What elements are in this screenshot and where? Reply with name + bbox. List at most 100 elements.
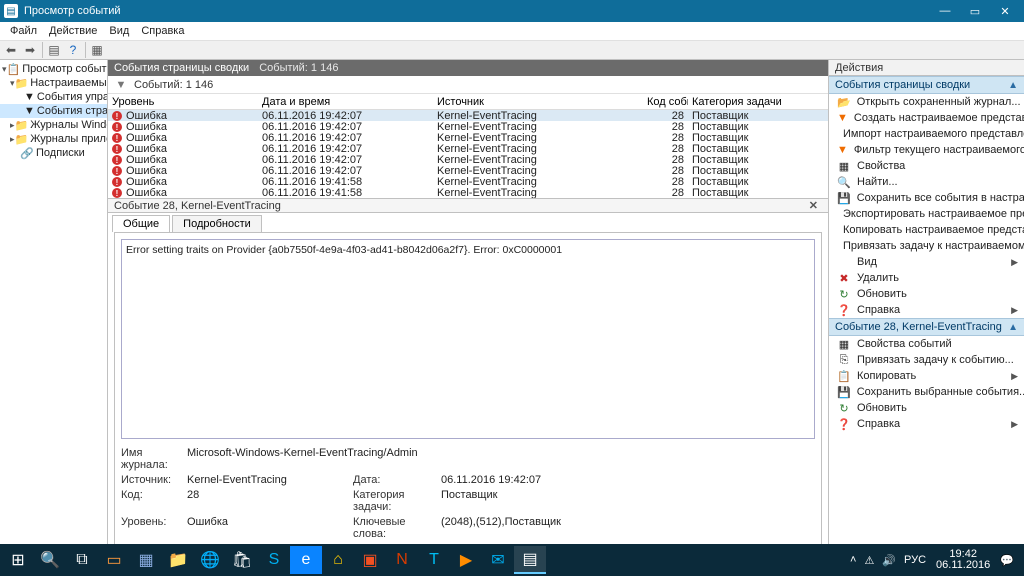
taskbar-app[interactable]: e [290, 546, 322, 574]
action-item[interactable]: ✖Удалить [829, 270, 1024, 286]
col-eventid[interactable]: Код события [643, 96, 688, 108]
tree-label: События управления [37, 91, 108, 103]
filter-bar: ▼ Событий: 1 146 [108, 76, 828, 94]
tab-details[interactable]: Подробности [172, 215, 262, 232]
table-row[interactable]: !Ошибка06.11.2016 19:42:07Kernel-EventTr… [108, 132, 828, 143]
tray-notifications-icon[interactable]: 💬 [996, 554, 1018, 567]
forward-button[interactable]: ➡ [21, 41, 39, 59]
action-item[interactable]: 📂Открыть сохраненный журнал... [829, 94, 1024, 110]
col-datetime[interactable]: Дата и время [258, 96, 433, 108]
detail-pane: Событие 28, Kernel-EventTracing ✕ Общие … [108, 198, 828, 544]
start-button[interactable]: ⊞ [2, 546, 34, 574]
tab-general[interactable]: Общие [112, 215, 170, 232]
action-item[interactable]: 🔍Найти... [829, 174, 1024, 190]
taskbar-app[interactable]: ▭ [98, 546, 130, 574]
taskbar-app[interactable]: 🌐 [194, 546, 226, 574]
action-item[interactable]: ▼Создать настраиваемое представление... [829, 110, 1024, 126]
col-category[interactable]: Категория задачи [688, 96, 828, 108]
action-item[interactable]: ▦ Свойства событий [829, 336, 1024, 352]
table-row[interactable]: !Ошибка06.11.2016 19:42:07Kernel-EventTr… [108, 154, 828, 165]
taskbar-app[interactable]: S [258, 546, 290, 574]
tree-app-logs[interactable]: ▸📁Журналы приложений и сл [0, 132, 107, 146]
action-item[interactable]: ⎘Привязать задачу к событию... [829, 352, 1024, 368]
filter-icon: ▼ [114, 79, 128, 91]
action-label: Удалить [857, 272, 899, 284]
tray-volume-icon[interactable]: 🔊 [878, 554, 900, 567]
action-label: Копировать [857, 370, 916, 382]
tree-admin-events[interactable]: ▼События управления [0, 90, 107, 104]
show-tree-button[interactable]: ▤ [45, 41, 63, 59]
toolbar-extra-button[interactable]: ▦ [88, 41, 106, 59]
actions-group-view[interactable]: События страницы сводки▲ [829, 76, 1024, 94]
minimize-button[interactable]: — [930, 0, 960, 22]
table-row[interactable]: !Ошибка06.11.2016 19:42:07Kernel-EventTr… [108, 143, 828, 154]
action-item[interactable]: ❓Справка▶ [829, 302, 1024, 318]
lbl-category: Категория задачи: [353, 489, 435, 513]
taskbar-app[interactable]: ▣ [354, 546, 386, 574]
taskbar-app[interactable]: ✉ [482, 546, 514, 574]
menu-view[interactable]: Вид [103, 25, 135, 37]
taskbar-eventviewer[interactable]: ▤ [514, 546, 546, 574]
action-item[interactable]: 💾Сохранить все события в настраиваемом п… [829, 190, 1024, 206]
tray-lang[interactable]: РУС [900, 554, 930, 566]
arrow-icon: ▶ [1011, 419, 1018, 430]
tree-summary-events[interactable]: ▼События страницы свод [0, 104, 107, 118]
tree-label: Журналы приложений и сл [30, 133, 108, 145]
tree-pane[interactable]: ▾📋Просмотр событий (Локальн ▾📁Настраивае… [0, 60, 108, 544]
action-item[interactable]: 📋Копировать▶ [829, 368, 1024, 384]
tree-custom-views[interactable]: ▾📁Настраиваемые представл [0, 76, 107, 90]
taskbar-app[interactable]: 📁 [162, 546, 194, 574]
taskbar-app[interactable]: N [386, 546, 418, 574]
error-icon: ! [112, 177, 122, 187]
col-source[interactable]: Источник [433, 96, 643, 108]
taskview-button[interactable]: ⧉ [66, 546, 98, 574]
tree-root[interactable]: ▾📋Просмотр событий (Локальн [0, 62, 107, 76]
table-row[interactable]: !Ошибка06.11.2016 19:41:58Kernel-EventTr… [108, 176, 828, 187]
search-button[interactable]: 🔍 [34, 546, 66, 574]
action-label: Свойства событий [857, 338, 952, 350]
taskbar-app[interactable]: ▦ [130, 546, 162, 574]
menu-help[interactable]: Справка [135, 25, 190, 37]
close-button[interactable]: ✕ [990, 0, 1020, 22]
action-item[interactable]: ▼Фильтр текущего настраиваемого представ… [829, 142, 1024, 158]
action-label: Свойства [857, 160, 905, 172]
action-item[interactable]: Импорт настраиваемого представления... [829, 126, 1024, 142]
table-row[interactable]: !Ошибка06.11.2016 19:42:07Kernel-EventTr… [108, 165, 828, 176]
taskbar-app[interactable]: ▶ [450, 546, 482, 574]
action-item[interactable]: 💾Сохранить выбранные события... [829, 384, 1024, 400]
taskbar-app[interactable]: ⌂ [322, 546, 354, 574]
action-label: Справка [857, 304, 900, 316]
event-message[interactable]: Error setting traits on Provider {a0b755… [121, 239, 815, 439]
action-item[interactable]: ↻Обновить [829, 400, 1024, 416]
menu-action[interactable]: Действие [43, 25, 103, 37]
table-row[interactable]: !Ошибка06.11.2016 19:41:58Kernel-EventTr… [108, 187, 828, 198]
tray-network-icon[interactable]: ⚠ [860, 554, 878, 567]
detail-close-button[interactable]: ✕ [805, 199, 822, 212]
action-item[interactable]: ▦Свойства [829, 158, 1024, 174]
help-button[interactable]: ? [64, 41, 82, 59]
back-button[interactable]: ⬅ [2, 41, 20, 59]
table-row[interactable]: !Ошибка06.11.2016 19:42:07Kernel-EventTr… [108, 110, 828, 121]
taskbar-app[interactable]: 🛍 [226, 546, 258, 574]
col-level[interactable]: Уровень [108, 96, 258, 108]
action-item[interactable]: Привязать задачу к настраиваемому предст… [829, 238, 1024, 254]
action-item[interactable]: ↻Обновить [829, 286, 1024, 302]
action-icon: ▦ [837, 337, 851, 351]
tree-subscriptions[interactable]: 🔗Подписки [0, 146, 107, 160]
action-item[interactable]: ❓Справка▶ [829, 416, 1024, 432]
taskbar-app[interactable]: T [418, 546, 450, 574]
collapse-icon: ▲ [1008, 80, 1018, 91]
tree-windows-logs[interactable]: ▸📁Журналы Windows [0, 118, 107, 132]
event-grid[interactable]: Уровень Дата и время Источник Код событи… [108, 94, 828, 198]
tray-clock[interactable]: 19:42 06.11.2016 [930, 549, 996, 571]
action-item[interactable]: Вид▶ [829, 254, 1024, 270]
arrow-icon: ▶ [1011, 305, 1018, 316]
menu-file[interactable]: Файл [4, 25, 43, 37]
action-label: Обновить [857, 402, 907, 414]
action-item[interactable]: Экспортировать настраиваемое представлен… [829, 206, 1024, 222]
tray-up-icon[interactable]: ˄ [846, 554, 860, 566]
table-row[interactable]: !Ошибка06.11.2016 19:42:07Kernel-EventTr… [108, 121, 828, 132]
maximize-button[interactable]: ▭ [960, 0, 990, 22]
actions-group-event[interactable]: Событие 28, Kernel-EventTracing▲ [829, 318, 1024, 336]
action-item[interactable]: Копировать настраиваемое представление..… [829, 222, 1024, 238]
